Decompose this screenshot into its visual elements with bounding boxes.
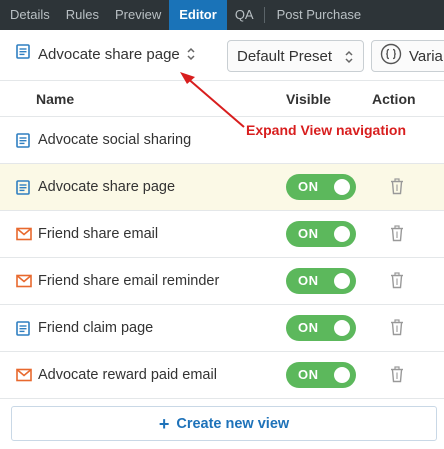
preset-selector-label: Default Preset — [237, 47, 333, 65]
page-icon — [16, 44, 30, 64]
table-divider — [0, 398, 444, 399]
table-row[interactable]: Friend claim page ON — [0, 304, 444, 351]
column-header-visible: Visible — [286, 91, 331, 107]
annotation-label: Expand View navigation — [246, 122, 407, 138]
plus-icon: + — [158, 413, 170, 434]
view-name: Advocate social sharing — [38, 132, 192, 148]
tab-divider — [263, 7, 265, 23]
trash-icon[interactable] — [389, 366, 405, 388]
toggle-label: ON — [298, 273, 319, 288]
view-name: Friend claim page — [38, 320, 154, 336]
view-name: Advocate reward paid email — [38, 367, 217, 383]
tab-post-purchase[interactable]: Post Purchase — [269, 0, 370, 30]
create-new-view-button[interactable]: + Create new view — [11, 406, 437, 441]
toggle-knob — [334, 320, 350, 336]
trash-icon[interactable] — [389, 178, 405, 200]
table-row[interactable]: Advocate reward paid email ON — [0, 351, 444, 398]
page-icon — [16, 180, 30, 200]
envelope-icon — [16, 368, 32, 387]
tab-qa[interactable]: QA — [227, 0, 262, 30]
preset-selector[interactable]: Default Preset — [227, 40, 364, 72]
visible-toggle[interactable]: ON — [286, 268, 356, 294]
up-down-chevron-icon — [186, 46, 196, 62]
tab-editor[interactable]: Editor — [169, 0, 227, 30]
page-icon — [16, 133, 30, 153]
view-name: Friend share email reminder — [38, 273, 220, 289]
toggle-label: ON — [298, 179, 319, 194]
visible-toggle[interactable]: ON — [286, 221, 356, 247]
view-name: Advocate share page — [38, 179, 176, 195]
top-tab-bar: Details Rules Preview Editor QA Post Pur… — [0, 0, 444, 30]
trash-icon[interactable] — [389, 319, 405, 341]
visible-toggle[interactable]: ON — [286, 174, 356, 200]
variables-button-label: Varia — [409, 47, 443, 65]
toggle-label: ON — [298, 367, 319, 382]
tab-rules[interactable]: Rules — [58, 0, 107, 30]
view-selector-label: Advocate share page — [38, 45, 180, 63]
toggle-label: ON — [298, 226, 319, 241]
column-header-name: Name — [36, 91, 75, 107]
view-name: Friend share email — [38, 226, 159, 242]
envelope-icon — [16, 274, 32, 293]
view-selector[interactable]: Advocate share page — [16, 44, 196, 64]
column-header-action: Action — [372, 91, 416, 107]
visible-toggle[interactable]: ON — [286, 315, 356, 341]
tab-details[interactable]: Details — [0, 0, 58, 30]
create-new-view-label: Create new view — [176, 415, 290, 432]
tab-preview[interactable]: Preview — [107, 0, 169, 30]
envelope-icon — [16, 227, 32, 246]
toggle-knob — [334, 226, 350, 242]
table-row[interactable]: Advocate share page ON — [0, 163, 444, 210]
toggle-knob — [334, 179, 350, 195]
trash-icon[interactable] — [389, 272, 405, 294]
toggle-label: ON — [298, 320, 319, 335]
visible-toggle[interactable]: ON — [286, 362, 356, 388]
braces-icon — [380, 43, 402, 70]
variables-button[interactable]: Varia — [371, 40, 444, 72]
up-down-chevron-icon — [344, 49, 354, 70]
toggle-knob — [334, 367, 350, 383]
page-icon — [16, 321, 30, 341]
trash-icon[interactable] — [389, 225, 405, 247]
table-row[interactable]: Friend share email ON — [0, 210, 444, 257]
table-row[interactable]: Friend share email reminder ON — [0, 257, 444, 304]
toggle-knob — [334, 273, 350, 289]
